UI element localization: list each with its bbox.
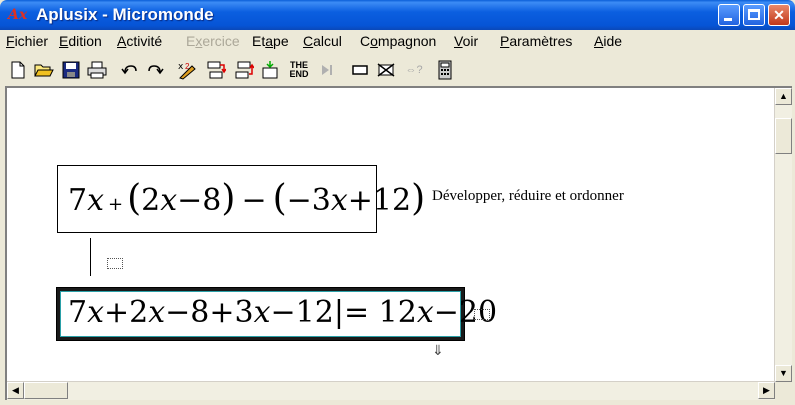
initial-expression: 7x + (2x−8) − (−3x+12) (68, 178, 426, 219)
vertical-scroll-thumb[interactable] (775, 118, 792, 154)
horizontal-scrollbar[interactable]: ◀ ▶ (7, 381, 775, 400)
close-button[interactable]: ✕ (768, 4, 790, 26)
scroll-left-button[interactable]: ◀ (7, 382, 24, 399)
delete-box-button[interactable] (374, 58, 398, 82)
exercise-expression-box[interactable]: 7x + (2x−8) − (−3x+12) (57, 165, 425, 233)
maximize-icon (748, 9, 760, 20)
equivalence-check-button[interactable]: ⇔? (402, 58, 426, 82)
insert-below-icon (207, 61, 226, 79)
aplusix-logo-icon: Ax (8, 7, 28, 23)
undo-icon (121, 65, 137, 75)
new-step-button[interactable] (259, 58, 283, 82)
play-end-icon (322, 65, 332, 75)
menu-voir[interactable]: Voir (454, 33, 478, 49)
text-cursor: | (333, 295, 344, 330)
menu-exercice[interactable]: Exercice (186, 33, 240, 49)
app-window: Ax Aplusix - Micromonde ✕ Fichier Editio… (0, 0, 795, 405)
undo-button[interactable] (118, 58, 142, 82)
the-end-label-bottom: END (289, 69, 309, 79)
window-title: Aplusix - Micromonde (36, 5, 214, 24)
minimize-icon (724, 18, 732, 21)
open-folder-icon (34, 64, 54, 77)
menu-calcul[interactable]: Calcul (303, 33, 342, 49)
rectangle-icon (352, 65, 368, 75)
scroll-right-button[interactable]: ▶ (758, 382, 775, 399)
current-step-expression[interactable]: 7x+2x−8+3x−12|= 12x−20 (68, 295, 497, 330)
insert-below-button[interactable] (204, 58, 228, 82)
menu-fichier[interactable]: Fichier (6, 33, 48, 49)
step-connector-line (90, 238, 91, 276)
next-exercise-button[interactable] (315, 58, 339, 82)
new-step-icon (262, 61, 278, 79)
menu-bar: Fichier Edition Activité Exercice Etape … (0, 30, 795, 52)
pencil-expression-icon: x2 (178, 62, 196, 80)
exercise-instruction: Développer, réduire et ordonner (432, 188, 624, 204)
menu-parametres[interactable]: Paramètres (500, 33, 572, 49)
toolbar: x2 THE END ⇔? (0, 52, 795, 86)
vertical-scrollbar[interactable]: ▲ ▼ (774, 88, 792, 382)
current-step-box[interactable]: 7x+2x−8+3x−12|= 12x−20 (56, 287, 497, 341)
the-end-button[interactable]: THE END (287, 58, 311, 82)
open-button[interactable] (32, 58, 56, 82)
menu-edition[interactable]: Edition (59, 33, 102, 49)
crossed-box-icon (377, 63, 395, 77)
workspace[interactable]: 7x + (2x−8) − (−3x+12) Développer, réduire e… (5, 86, 792, 400)
new-file-button[interactable] (6, 58, 30, 82)
step-placeholder-box[interactable] (107, 258, 123, 269)
title-bar[interactable]: Ax Aplusix - Micromonde ✕ (0, 0, 795, 30)
svg-text:x: x (178, 62, 184, 72)
new-file-icon (11, 61, 25, 79)
expression-tool-button[interactable]: x2 (176, 58, 200, 82)
calculator-button[interactable] (433, 58, 457, 82)
save-button[interactable] (59, 58, 83, 82)
calculator-icon (438, 60, 452, 80)
menu-compagnon[interactable]: Compagnon (360, 33, 436, 49)
redo-icon (148, 65, 164, 75)
insert-above-icon (235, 61, 254, 79)
scrollbar-corner (775, 382, 792, 400)
redo-button[interactable] (143, 58, 167, 82)
printer-icon (87, 61, 107, 79)
insert-above-button[interactable] (232, 58, 256, 82)
maximize-button[interactable] (743, 4, 765, 26)
minimize-button[interactable] (718, 4, 740, 26)
scroll-down-button[interactable]: ▼ (775, 365, 792, 382)
equation-placeholder-box[interactable] (474, 309, 490, 320)
print-button[interactable] (85, 58, 109, 82)
menu-etape[interactable]: Etape (252, 33, 289, 49)
horizontal-scroll-thumb[interactable] (24, 382, 68, 399)
scroll-up-button[interactable]: ▲ (775, 88, 792, 105)
menu-aide[interactable]: Aide (594, 33, 622, 49)
box-tool-button[interactable] (348, 58, 372, 82)
floppy-disk-icon (62, 61, 80, 79)
resize-down-icon[interactable]: ⇓ (432, 342, 444, 359)
close-icon: ✕ (773, 7, 785, 23)
menu-activite[interactable]: Activité (117, 33, 162, 49)
